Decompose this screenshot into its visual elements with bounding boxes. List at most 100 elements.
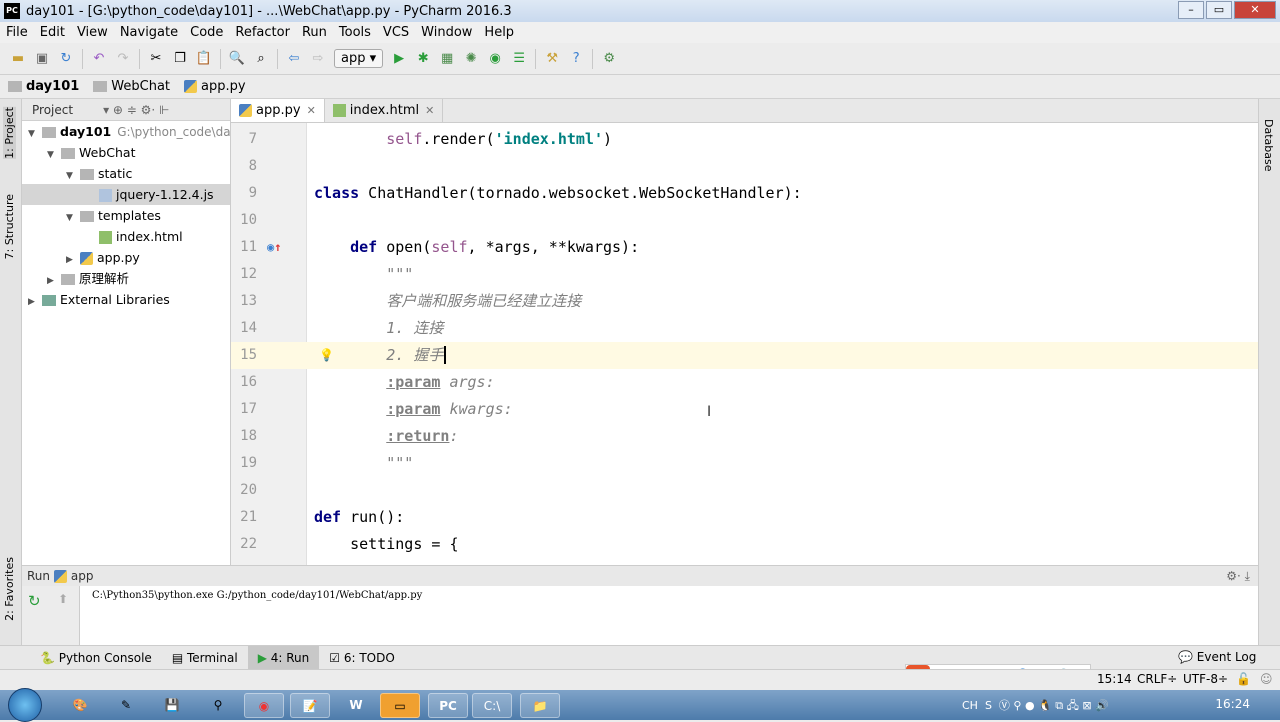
tree-item[interactable]: index.html <box>22 226 230 247</box>
collapsed-arrow-icon[interactable]: ▶ <box>28 292 42 310</box>
project-view-select[interactable]: Project <box>32 103 73 117</box>
close-button[interactable]: ✕ <box>1234 1 1276 19</box>
minimize-button[interactable]: – <box>1178 1 1204 19</box>
run-icon[interactable]: ▶ <box>390 50 408 68</box>
breadcrumb-item[interactable]: app.py <box>184 79 246 94</box>
expanded-arrow-icon[interactable]: ▼ <box>66 166 80 184</box>
open-folder-icon[interactable]: ▬ <box>9 50 27 68</box>
collapsed-arrow-icon[interactable]: ▶ <box>66 250 80 268</box>
code-line[interactable]: 15 💡 2. 握手 <box>231 342 1258 369</box>
menu-refactor[interactable]: Refactor <box>229 25 296 40</box>
taskbar-save-icon[interactable]: 💾 <box>152 693 192 718</box>
copy-icon[interactable]: ❐ <box>171 50 189 68</box>
code-editor[interactable]: 7 self.render('index.html') 8 9 class ChatH… <box>231 123 1258 565</box>
project-side-tab[interactable]: 1: Project <box>3 107 16 159</box>
save-icon[interactable]: ▣ <box>33 50 51 68</box>
line-separator[interactable]: CRLF÷ <box>1137 672 1177 686</box>
menu-tools[interactable]: Tools <box>333 25 377 40</box>
cmd-icon[interactable]: C:\ <box>472 693 512 718</box>
tray-icons[interactable]: S Ⓥ ⚲ ● 🐧 ⧉ 🖧 ⊠ 🔊 <box>981 699 1109 712</box>
tab-app-py[interactable]: app.py ✕ <box>231 99 325 122</box>
code-line[interactable]: 9 class ChatHandler(tornado.websocket.Web… <box>231 180 1258 207</box>
code-line[interactable]: 17 :param kwargs: <box>231 396 1258 423</box>
back-icon[interactable]: ⇦ <box>285 50 303 68</box>
tree-item[interactable]: jquery-1.12.4.js <box>22 184 230 205</box>
run-config-select[interactable]: app ▾ <box>334 49 384 68</box>
tree-item[interactable]: ▶ External Libraries <box>22 289 230 310</box>
breadcrumb-item[interactable]: WebChat <box>93 79 170 94</box>
event-log-button[interactable]: 💬 Event Log <box>1178 650 1256 664</box>
menu-help[interactable]: Help <box>478 25 520 40</box>
code-line[interactable]: 22 settings = { <box>231 531 1258 558</box>
structure-side-tab[interactable]: 7: Structure <box>3 194 16 259</box>
notepad-icon[interactable]: 📝 <box>290 693 330 718</box>
collapsed-arrow-icon[interactable]: ▶ <box>47 271 61 289</box>
tool-tab-run[interactable]: ▶ 4: Run <box>247 645 320 670</box>
tree-item[interactable]: ▶ app.py <box>22 247 230 268</box>
menu-view[interactable]: View <box>71 25 114 40</box>
rerun-icon[interactable]: ↻ <box>28 592 41 610</box>
scroll-up-icon[interactable]: ⬆ <box>58 592 68 606</box>
code-line[interactable]: 7 self.render('index.html') <box>231 126 1258 153</box>
file-encoding[interactable]: UTF-8÷ <box>1183 672 1228 686</box>
database-side-tab[interactable]: Database <box>1262 119 1275 172</box>
code-line[interactable]: 18 :return: <box>231 423 1258 450</box>
explorer-icon[interactable]: 📁 <box>520 693 560 718</box>
code-line[interactable]: 21 def run(): <box>231 504 1258 531</box>
help-icon[interactable]: ? <box>567 50 585 68</box>
debug-icon[interactable]: ✱ <box>414 50 432 68</box>
code-line[interactable]: 20 <box>231 477 1258 504</box>
menu-edit[interactable]: Edit <box>34 25 71 40</box>
forward-icon[interactable]: ⇨ <box>309 50 327 68</box>
run-lines-icon[interactable]: ☰ <box>510 50 528 68</box>
presentation-icon[interactable]: ▭ <box>380 693 420 718</box>
tab-index-html[interactable]: index.html ✕ <box>325 99 444 122</box>
chrome-icon[interactable]: ◉ <box>244 693 284 718</box>
profile-icon[interactable]: ✺ <box>462 50 480 68</box>
taskbar-app-icon[interactable]: 🎨 <box>60 693 100 718</box>
menu-navigate[interactable]: Navigate <box>114 25 184 40</box>
undo-icon[interactable]: ↶ <box>90 50 108 68</box>
pycharm-taskbar-icon[interactable]: PC <box>428 693 468 718</box>
expanded-arrow-icon[interactable]: ▼ <box>66 208 80 226</box>
code-line[interactable]: 16 :param args: <box>231 369 1258 396</box>
replace-icon[interactable]: ⌕ <box>252 50 270 68</box>
lock-icon[interactable]: 🔓 <box>1236 672 1251 686</box>
tool-tab-pythonconsole[interactable]: 🐍 Python Console <box>30 646 162 670</box>
taskbar-clock[interactable]: 16:24 <box>1215 697 1250 711</box>
sync-icon[interactable]: ↻ <box>57 50 75 68</box>
code-line[interactable]: 11 ◉↑ def open(self, *args, **kwargs): <box>231 234 1258 261</box>
tree-item[interactable]: ▼ templates <box>22 205 230 226</box>
tool-tab-terminal[interactable]: ▤ Terminal <box>162 646 248 670</box>
code-line[interactable]: 13 客户端和服务端已经建立连接 <box>231 288 1258 315</box>
code-line[interactable]: 10 <box>231 207 1258 234</box>
paste-icon[interactable]: 📋 <box>195 50 213 68</box>
start-button[interactable] <box>8 688 42 722</box>
code-line[interactable]: 8 <box>231 153 1258 180</box>
menu-run[interactable]: Run <box>296 25 333 40</box>
run-settings-icon[interactable]: ⚙· ⤓ <box>1226 569 1250 584</box>
override-marker-icon[interactable]: ◉↑ <box>267 234 281 261</box>
language-indicator[interactable]: CH <box>962 699 978 712</box>
menu-code[interactable]: Code <box>184 25 229 40</box>
menu-file[interactable]: File <box>0 25 34 40</box>
caret-position[interactable]: 15:14 <box>1097 672 1132 686</box>
tool-tab-todo[interactable]: ☑ 6: TODO <box>319 646 405 670</box>
tree-item[interactable]: ▶ 原理解析 <box>22 268 230 289</box>
maximize-button[interactable]: ▭ <box>1206 1 1232 19</box>
coverage-icon[interactable]: ▦ <box>438 50 456 68</box>
inspector-icon[interactable]: ☺ <box>1260 672 1273 686</box>
concurrency-icon[interactable]: ◉ <box>486 50 504 68</box>
taskbar-app-icon[interactable]: ⚲ <box>198 693 238 718</box>
close-tab-icon[interactable]: ✕ <box>425 104 434 117</box>
sdk-icon[interactable]: ⚙ <box>600 50 618 68</box>
redo-icon[interactable]: ↷ <box>114 50 132 68</box>
tree-item[interactable]: ▼ static <box>22 163 230 184</box>
code-line[interactable]: 14 1. 连接 <box>231 315 1258 342</box>
code-line[interactable]: 19 """ <box>231 450 1258 477</box>
favorites-side-tab[interactable]: 2: Favorites <box>3 557 16 621</box>
close-tab-icon[interactable]: ✕ <box>307 104 316 117</box>
code-line[interactable]: 12 """ <box>231 261 1258 288</box>
tree-item[interactable]: ▼ day101 G:\python_code\day101 <box>22 121 230 142</box>
expanded-arrow-icon[interactable]: ▼ <box>47 145 61 163</box>
